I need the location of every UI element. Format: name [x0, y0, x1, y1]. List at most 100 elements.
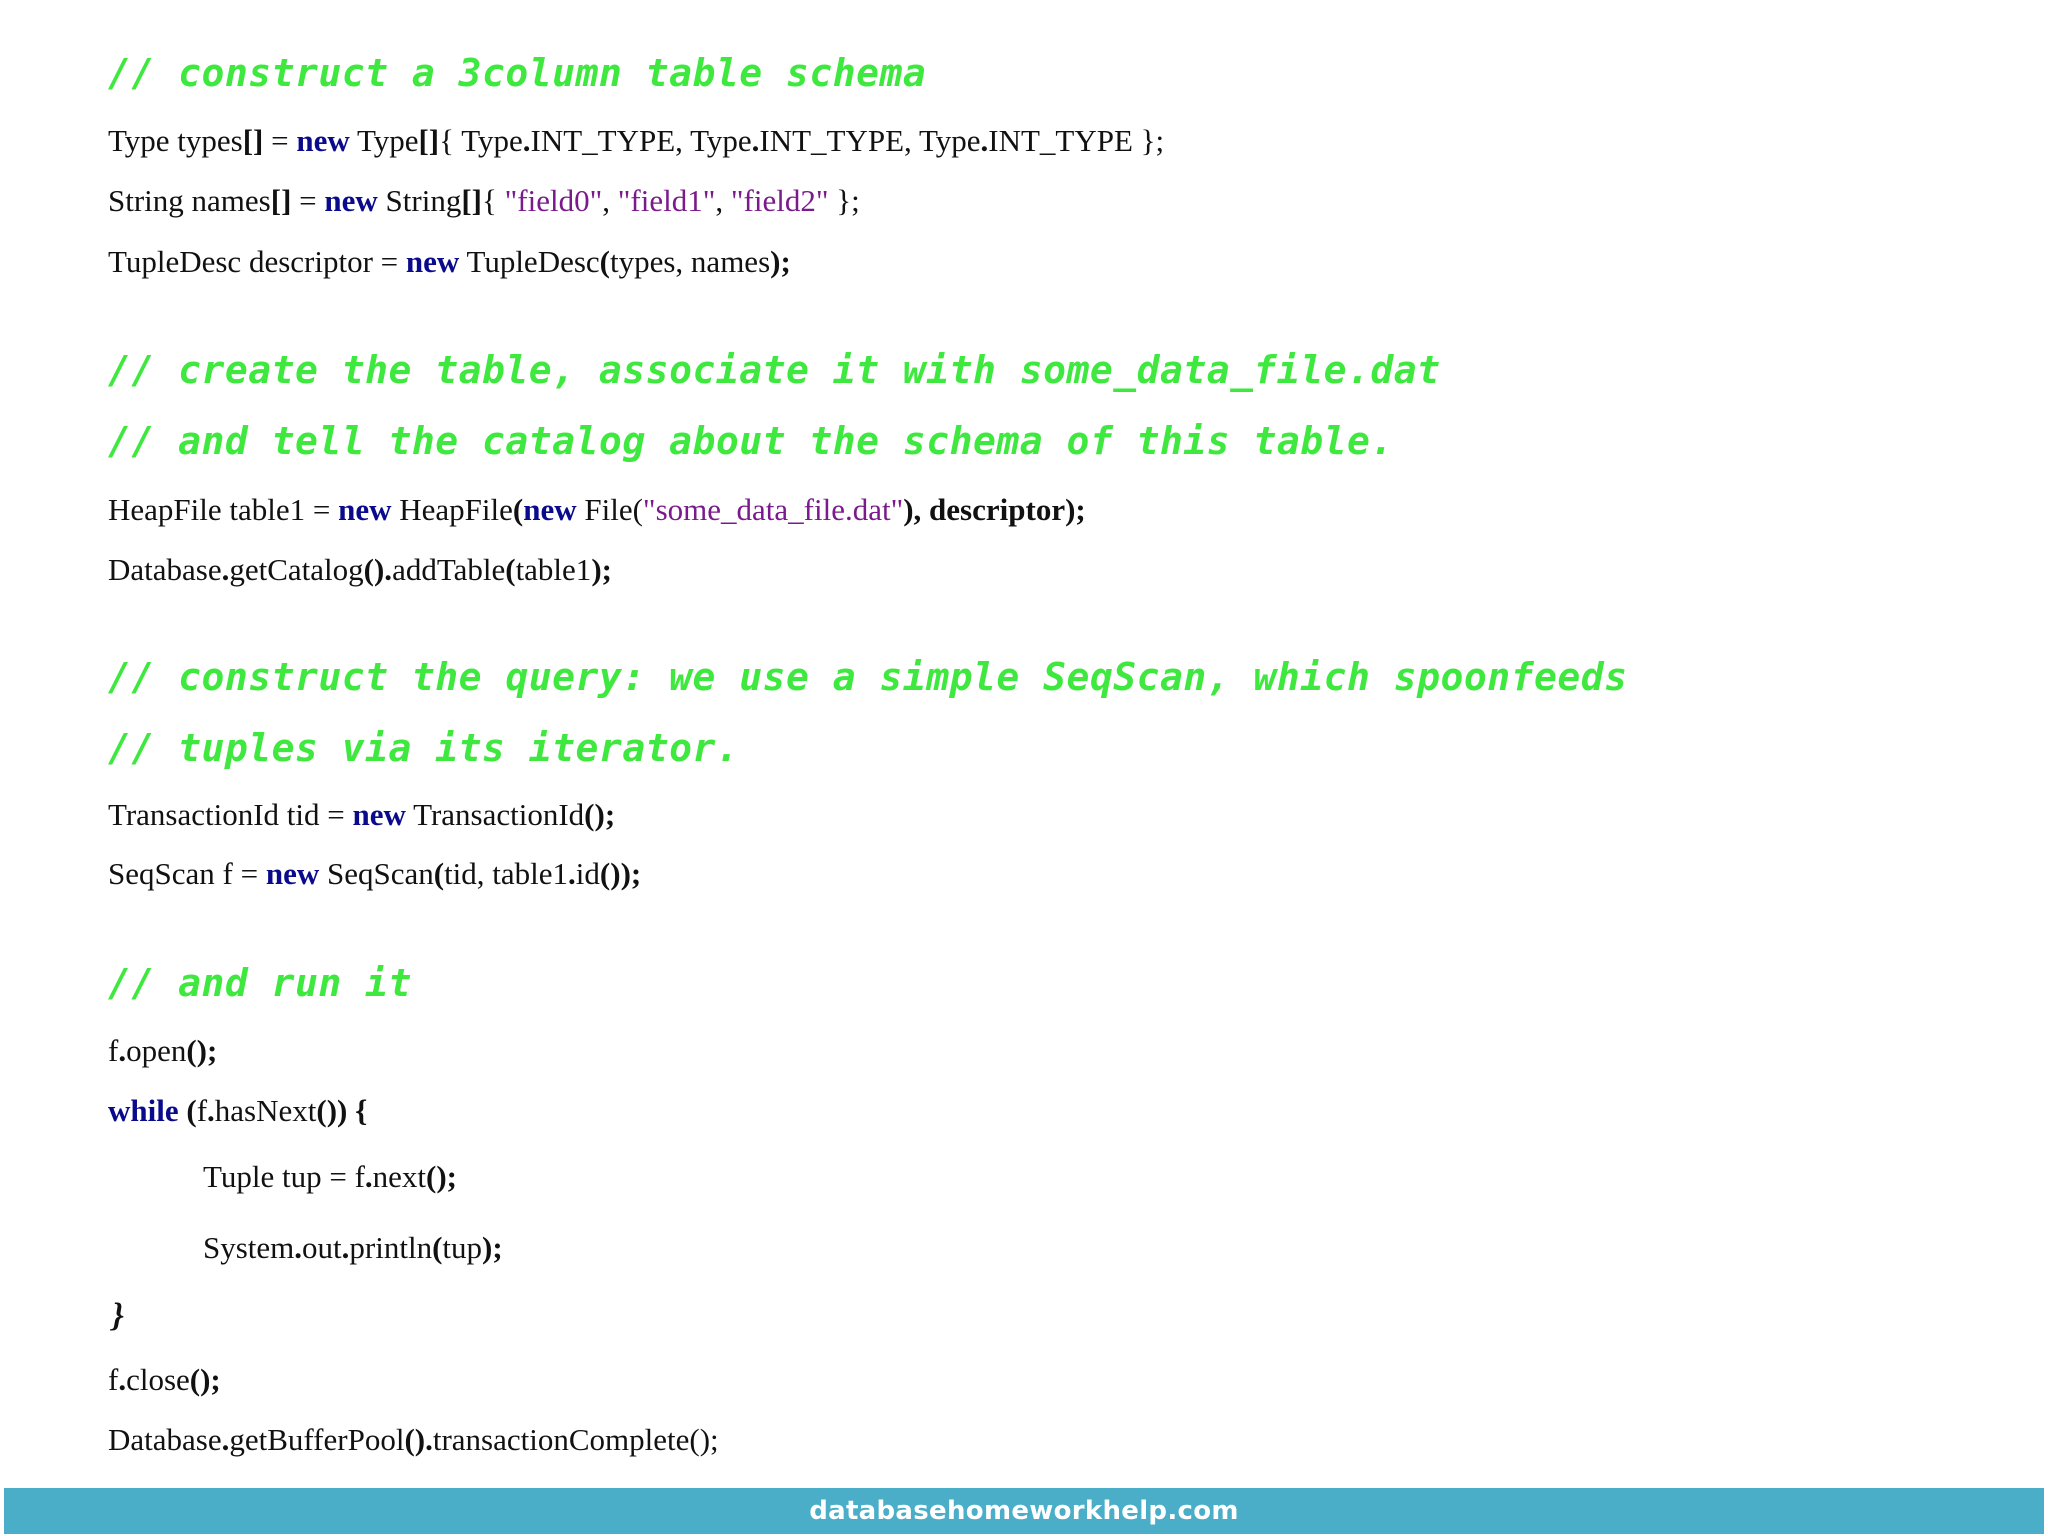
code-token: ());: [599, 856, 642, 891]
code-line-println: System.out.println(tup);: [203, 1232, 503, 1263]
comment-tell-catalog: // and tell the catalog about the schema…: [108, 419, 1394, 463]
code-token: Tuple tup = f: [203, 1159, 365, 1194]
code-token: .: [118, 1033, 127, 1068]
code-token: []: [270, 183, 292, 218]
code-token: };: [828, 183, 860, 218]
keyword-while: while: [108, 1093, 179, 1128]
code-token: (: [599, 244, 610, 279]
code-line-add-table: Database.getCatalog().addTable(table1);: [108, 554, 612, 585]
code-token: Database: [108, 1422, 222, 1457]
code-token: (: [432, 1230, 443, 1265]
code-token: close: [126, 1362, 190, 1397]
code-line-transaction-complete: Database.getBufferPool().transactionComp…: [108, 1424, 719, 1455]
keyword-new: new: [523, 492, 577, 527]
code-token: Type types: [108, 123, 243, 158]
code-token: Type: [349, 123, 419, 158]
code-token: File: [576, 492, 633, 527]
code-token: .: [364, 1159, 373, 1194]
code-token: (: [178, 1093, 197, 1128]
code-token: f: [108, 1033, 119, 1068]
code-token: .: [118, 1362, 127, 1397]
code-token: addTable: [392, 552, 506, 587]
code-line-heapfile: HeapFile table1 = new HeapFile(new File(…: [108, 494, 1086, 525]
code-line-names: String names[] = new String[]{ "field0",…: [108, 185, 860, 216]
keyword-new: new: [265, 856, 320, 891]
code-token: Database: [108, 552, 222, 587]
code-token: TupleDesc: [459, 244, 600, 279]
keyword-new: new: [296, 123, 350, 158]
code-token: INT_TYPE, Type: [759, 123, 981, 158]
code-token: TransactionId: [405, 797, 585, 832]
code-token: getCatalog: [229, 552, 364, 587]
code-token: SeqScan f =: [108, 856, 266, 891]
code-token: HeapFile: [391, 492, 513, 527]
string-literal: "field1": [617, 183, 716, 218]
code-token: .: [522, 123, 531, 158]
code-token: open: [126, 1033, 187, 1068]
keyword-new: new: [405, 244, 460, 279]
code-token: []: [418, 123, 440, 158]
code-token: );: [482, 1230, 503, 1265]
code-token: []: [461, 183, 482, 218]
keyword-new: new: [338, 492, 392, 527]
code-token: SeqScan: [319, 856, 434, 891]
code-line-transaction-id: TransactionId tid = new TransactionId();: [108, 799, 615, 830]
footer-banner: databasehomeworkhelp.com: [4, 1488, 2044, 1534]
code-token: table1: [515, 552, 592, 587]
code-token: INT_TYPE, Type: [530, 123, 752, 158]
code-token: hasNext: [214, 1093, 317, 1128]
code-token: ()) {: [316, 1093, 368, 1128]
code-token: System: [203, 1230, 295, 1265]
code-token: =: [291, 183, 325, 218]
keyword-new: new: [352, 797, 406, 832]
code-token: transactionComplete();: [432, 1422, 719, 1457]
document-page: // construct a 3column table schema Type…: [0, 0, 2048, 1536]
code-token: ();: [189, 1362, 221, 1397]
code-token: =: [263, 123, 297, 158]
code-line-open: f.open();: [108, 1035, 217, 1066]
code-line-types: Type types[] = new Type[]{ Type.INT_TYPE…: [108, 125, 1164, 156]
code-token: );: [591, 552, 612, 587]
code-token: []: [242, 123, 264, 158]
comment-construct-query: // construct the query: we use a simple …: [108, 655, 1628, 699]
string-literal: "field0": [504, 183, 603, 218]
comment-run-it: // and run it: [108, 961, 412, 1005]
comment-create-table: // create the table, associate it with s…: [108, 348, 1441, 392]
code-token: ();: [426, 1159, 457, 1194]
code-token: f: [196, 1093, 208, 1128]
code-token: ,: [602, 183, 618, 218]
code-line-descriptor: TupleDesc descriptor = new TupleDesc(typ…: [108, 246, 791, 277]
code-token: (: [512, 492, 524, 527]
comment-tuples-iterator: // tuples via its iterator.: [108, 726, 740, 770]
code-token: ();: [186, 1033, 218, 1068]
code-token: println: [349, 1230, 433, 1265]
code-token: ), descriptor);: [903, 492, 1086, 527]
code-token: next: [372, 1159, 427, 1194]
code-line-while: while (f.hasNext()) {: [108, 1095, 367, 1126]
code-token: (: [505, 552, 516, 587]
code-token: ();: [584, 797, 616, 832]
code-token: String: [377, 183, 462, 218]
code-token: {: [481, 183, 505, 218]
string-literal: "field2": [730, 183, 829, 218]
closing-brace: }: [112, 1297, 124, 1334]
code-token: TransactionId tid =: [108, 797, 353, 832]
comment-construct-schema: // construct a 3column table schema: [108, 51, 927, 95]
code-token: INT_TYPE };: [988, 123, 1165, 158]
code-token: );: [770, 244, 791, 279]
code-token: id: [575, 856, 600, 891]
code-token: ,: [715, 183, 731, 218]
code-line-tuple: Tuple tup = f.next();: [203, 1161, 457, 1192]
code-token: (: [433, 856, 445, 891]
code-token: ().: [363, 552, 393, 587]
code-token: TupleDesc descriptor =: [108, 244, 406, 279]
string-literal: "some_data_file.dat": [642, 492, 904, 527]
code-token: types, names: [610, 244, 771, 279]
footer-website-link[interactable]: databasehomeworkhelp.com: [809, 1496, 1239, 1526]
code-token: .: [294, 1230, 303, 1265]
code-line-close: f.close();: [108, 1364, 221, 1395]
code-token: .: [207, 1093, 215, 1128]
code-token: getBufferPool: [229, 1422, 405, 1457]
code-line-seqscan: SeqScan f = new SeqScan(tid, table1.id()…: [108, 858, 641, 889]
code-token: String names: [108, 183, 271, 218]
